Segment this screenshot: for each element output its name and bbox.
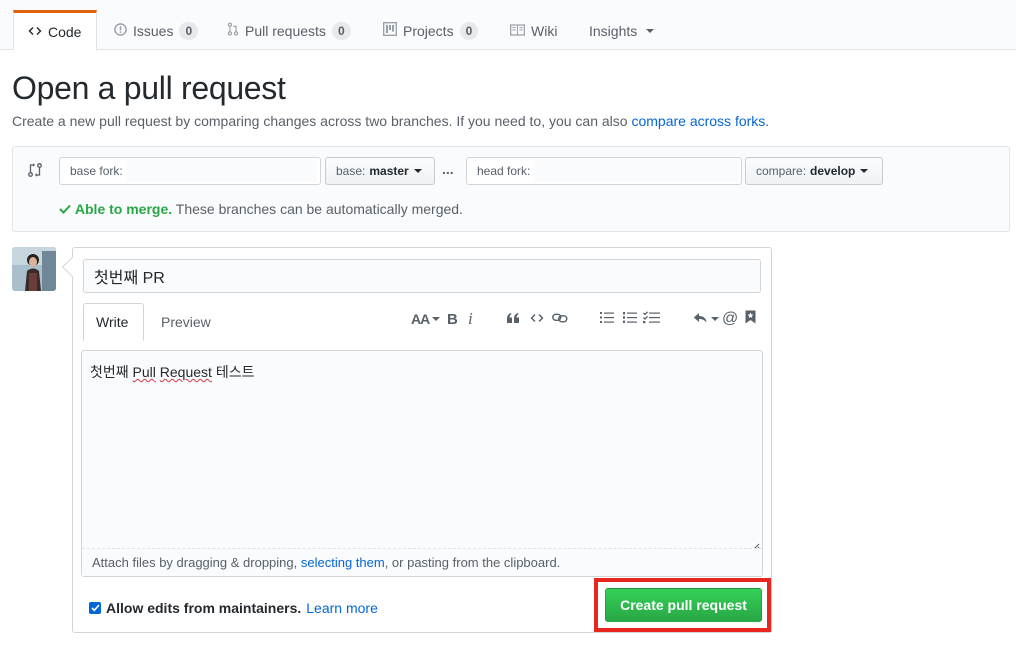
title-input[interactable]: 첫번째 PR	[83, 259, 761, 293]
tab-insights[interactable]: Insights	[575, 10, 668, 51]
base-label: base:	[336, 164, 366, 178]
tab-preview[interactable]: Preview	[149, 303, 223, 341]
attach-suffix: , or pasting from the clipboard.	[384, 555, 561, 570]
select-files-link[interactable]: selecting them	[301, 555, 385, 570]
compare-across-forks-link[interactable]: compare across forks	[631, 113, 765, 129]
highlight-box	[594, 578, 771, 632]
projects-counter: 0	[459, 21, 479, 40]
code-icon	[28, 24, 42, 40]
compare-branch-button[interactable]: compare: develop	[745, 157, 883, 185]
bold-icon: B	[447, 310, 458, 328]
file-attach-hint[interactable]: Attach files by dragging & dropping, sel…	[82, 548, 762, 576]
header-text-button[interactable]: AA	[411, 307, 441, 331]
code-icon	[530, 311, 544, 328]
head-fork-label: head fork:	[477, 164, 531, 178]
pull-request-form: 첫번째 PR Write Preview AA B i @ 첫번째 Pull R…	[62, 247, 772, 633]
tab-label: Projects	[403, 22, 454, 39]
link-button[interactable]	[552, 307, 568, 331]
tab-wiki[interactable]: Wiki	[496, 10, 571, 51]
body-prefix: 첫번째	[90, 364, 133, 380]
base-fork-field[interactable]: base fork:	[59, 157, 321, 185]
tab-label: Pull requests	[245, 22, 326, 39]
merge-status-label: Able to merge.	[74, 201, 173, 217]
head-fork-field[interactable]: head fork:	[466, 157, 742, 185]
saved-replies-button[interactable]	[693, 307, 719, 331]
comment-body-text: 첫번째 Pull Request 테스트	[90, 362, 254, 382]
comment-pointer	[62, 257, 82, 277]
merge-status: Able to merge. These branches can be aut…	[59, 201, 463, 217]
git-compare-icon	[27, 162, 43, 181]
tab-code[interactable]: Code	[13, 10, 97, 51]
issue-icon	[114, 22, 127, 39]
pull-request-icon	[227, 22, 239, 39]
chevron-down-icon	[432, 317, 441, 321]
italic-icon: i	[468, 309, 473, 328]
pull-requests-counter: 0	[331, 21, 351, 40]
mention-button[interactable]: @	[722, 307, 738, 331]
description-period: .	[765, 113, 770, 129]
tab-label: Issues	[133, 22, 174, 39]
quote-button[interactable]	[506, 307, 520, 331]
merge-status-message: These branches can be automatically merg…	[175, 201, 463, 217]
description-text: Create a new pull request by comparing c…	[12, 113, 628, 129]
bold-button[interactable]: B	[447, 307, 458, 331]
head-fork-input[interactable]	[534, 160, 738, 182]
tab-label: Insights	[589, 22, 638, 39]
compare-label: compare:	[756, 164, 807, 178]
chevron-down-icon	[860, 169, 869, 173]
base-fork-label: base fork:	[70, 164, 123, 178]
base-branch-name: master	[369, 164, 409, 178]
link-icon	[552, 311, 568, 328]
avatar[interactable]	[12, 247, 56, 291]
allow-edits-checkbox[interactable]	[89, 602, 101, 614]
italic-button[interactable]: i	[468, 307, 473, 331]
tab-write[interactable]: Write	[83, 303, 144, 341]
tab-pull-requests[interactable]: Pull requests 0	[213, 10, 365, 51]
attach-text: Attach files by dragging & dropping,	[92, 555, 298, 570]
task-list-button[interactable]	[643, 307, 660, 331]
code-button[interactable]	[530, 307, 544, 331]
tab-label: Wiki	[531, 22, 558, 39]
body-pull: Pull	[132, 364, 156, 380]
bookmark-icon	[745, 310, 756, 328]
ordered-list-icon	[623, 311, 637, 328]
page-title: Open a pull request	[12, 70, 286, 106]
tab-label: Code	[48, 24, 82, 40]
chevron-down-icon	[413, 169, 422, 173]
range-dots: ...	[442, 161, 454, 177]
allow-edits-option: Allow edits from maintainers. Learn more	[89, 600, 378, 616]
tab-issues[interactable]: Issues 0	[100, 10, 212, 51]
body-request: Request	[159, 364, 212, 380]
check-icon	[59, 201, 75, 217]
repo-tabnav: Code Issues 0 Pull requests 0 Projects 0…	[0, 0, 1016, 51]
learn-more-link[interactable]: Learn more	[306, 600, 378, 616]
comment-body-textarea[interactable]: 첫번째 Pull Request 테스트 Attach files by dra…	[81, 350, 763, 577]
quote-icon	[506, 311, 520, 328]
header-text-icon: AA	[411, 311, 430, 327]
project-icon	[383, 22, 397, 39]
task-list-icon	[643, 310, 660, 328]
mention-icon: @	[722, 310, 739, 327]
tab-projects[interactable]: Projects 0	[369, 10, 492, 51]
base-fork-input[interactable]	[126, 160, 317, 182]
body-suffix: 테스트	[211, 364, 255, 380]
base-branch-button[interactable]: base: master	[325, 157, 435, 185]
reply-icon	[693, 311, 708, 328]
resize-handle[interactable]	[752, 538, 760, 551]
range-editor: base fork: base: master ... head fork: c…	[12, 146, 1010, 232]
bookmark-button[interactable]	[745, 307, 756, 331]
chevron-down-icon	[711, 317, 719, 321]
unordered-list-button[interactable]	[600, 307, 614, 331]
page-description: Create a new pull request by comparing c…	[12, 113, 769, 129]
book-icon	[510, 23, 525, 39]
compare-branch-name: develop	[810, 164, 856, 178]
allow-edits-label: Allow edits from maintainers.	[106, 600, 302, 616]
chevron-down-icon	[646, 28, 655, 33]
ordered-list-button[interactable]	[623, 307, 637, 331]
issues-counter: 0	[179, 21, 199, 40]
unordered-list-icon	[600, 311, 614, 328]
